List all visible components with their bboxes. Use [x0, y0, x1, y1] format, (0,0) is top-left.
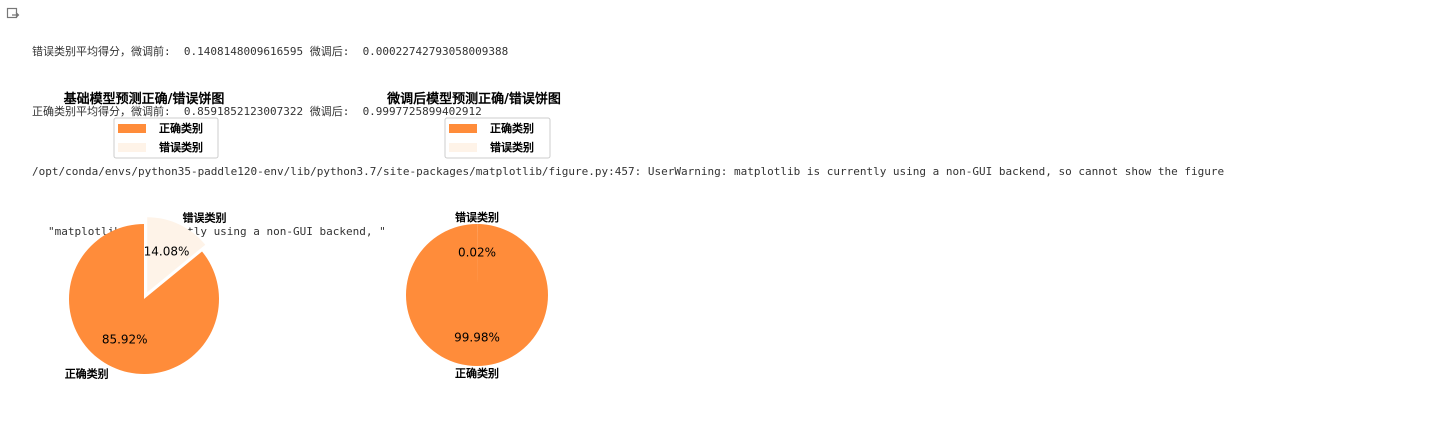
legend-label-wrong: 错误类别 [159, 140, 203, 154]
slice-label-correct: 正确类别 [455, 366, 499, 380]
slice-percent-correct: 85.92% [102, 333, 148, 347]
legend-swatch-wrong [118, 143, 146, 152]
output-icon [6, 7, 20, 19]
legend: 正确类别 错误类别 [113, 117, 219, 159]
console-line-wrong-score: 错误类别平均得分，微调前: 0.1408148009616595 微调后: 0.… [32, 45, 509, 58]
legend-label-correct: 正确类别 [159, 121, 203, 135]
pie-figure: 基础模型预测正确/错误饼图 正确类别 错误类别 85.92% 14.08% 正确… [63, 91, 561, 381]
legend-label-wrong: 错误类别 [490, 140, 534, 154]
slice-label-wrong: 错误类别 [183, 211, 227, 225]
chart-title: 基础模型预测正确/错误饼图 [63, 91, 225, 107]
pie-chart-finetuned: 微调后模型预测正确/错误饼图 正确类别 错误类别 99.98% 0.02% 正确… [386, 91, 561, 380]
legend-swatch-wrong [449, 143, 477, 152]
slice-percent-correct: 99.98% [454, 331, 500, 345]
legend-swatch-correct [118, 124, 146, 133]
slice-label-wrong: 错误类别 [455, 210, 499, 224]
legend-label-correct: 正确类别 [490, 121, 534, 135]
chart-title: 微调后模型预测正确/错误饼图 [386, 91, 561, 107]
slice-percent-wrong: 14.08% [144, 245, 190, 259]
legend: 正确类别 错误类别 [444, 117, 551, 159]
slice-percent-wrong: 0.02% [458, 245, 496, 259]
legend-swatch-correct [449, 124, 477, 133]
slice-label-correct: 正确类别 [65, 367, 109, 381]
pie-chart-base: 基础模型预测正确/错误饼图 正确类别 错误类别 85.92% 14.08% 正确… [63, 91, 227, 381]
